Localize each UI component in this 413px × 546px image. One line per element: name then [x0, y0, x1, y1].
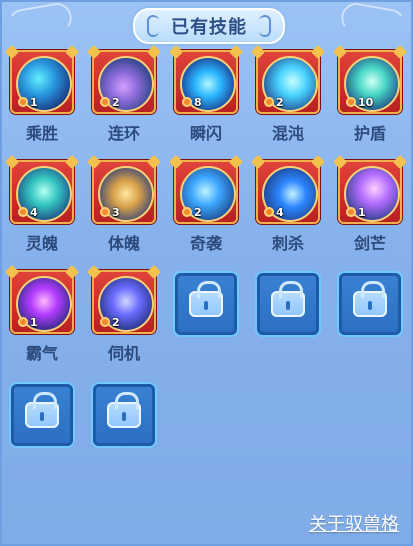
- skill-slot-6[interactable]: 4 灵魄: [10, 160, 74, 254]
- skill-level-badge: 4: [264, 205, 284, 219]
- skill-level-badge: 3: [100, 205, 120, 219]
- locked-slot[interactable]: [257, 273, 319, 335]
- paw-icon: [100, 317, 110, 327]
- skill-level-badge: 1: [18, 315, 38, 329]
- paw-icon: [182, 97, 192, 107]
- skill-level-badge: 2: [100, 315, 120, 329]
- skill-level: 2: [276, 95, 284, 109]
- skill-level-badge: 10: [346, 95, 373, 109]
- skill-slot-7[interactable]: 3 体魄: [92, 160, 156, 254]
- paw-icon: [100, 97, 110, 107]
- skill-name: 灵魄: [25, 234, 58, 253]
- paw-icon: [182, 207, 192, 217]
- skill-frame[interactable]: 4: [256, 160, 320, 224]
- locked-slot[interactable]: [175, 273, 237, 335]
- locked-slot[interactable]: [93, 384, 155, 446]
- paw-icon: [264, 207, 274, 217]
- skill-name: 混沌: [271, 124, 304, 143]
- skill-level-badge: 8: [182, 95, 202, 109]
- skill-name: 连环: [107, 124, 140, 143]
- skill-slot-8[interactable]: 2 奇袭: [174, 160, 238, 254]
- skill-name: 剑芒: [353, 234, 386, 253]
- skill-slot-4[interactable]: 2 混沌: [256, 50, 320, 144]
- lock-icon: [353, 281, 387, 317]
- skill-frame[interactable]: 1: [10, 270, 74, 334]
- skill-level: 3: [112, 205, 120, 219]
- paw-icon: [264, 97, 274, 107]
- skill-name: 瞬闪: [189, 124, 222, 143]
- skill-slot-5[interactable]: 10 护盾: [338, 50, 402, 144]
- skill-name: 伺机: [107, 344, 140, 363]
- skill-level: 4: [276, 205, 284, 219]
- skill-level: 8: [194, 95, 202, 109]
- skill-frame[interactable]: 8: [174, 50, 238, 114]
- skill-slot-11[interactable]: 1 霸气: [10, 270, 74, 364]
- skill-frame[interactable]: 2: [174, 160, 238, 224]
- skill-slot-2[interactable]: 2 连环: [92, 50, 156, 144]
- skill-level-badge: 2: [100, 95, 120, 109]
- paw-icon: [18, 317, 28, 327]
- paw-icon: [100, 207, 110, 217]
- skill-name: 护盾: [353, 124, 386, 143]
- title-banner: 已有技能: [133, 8, 285, 44]
- decorative-swirl-right: [338, 0, 408, 42]
- decorative-swirl-left: [5, 0, 75, 42]
- skill-name: 体魄: [107, 234, 140, 253]
- paw-icon: [346, 97, 356, 107]
- paw-icon: [18, 97, 28, 107]
- skill-frame[interactable]: 1: [10, 50, 74, 114]
- skill-level: 2: [112, 315, 120, 329]
- skill-level-badge: 4: [18, 205, 38, 219]
- skill-frame[interactable]: 10: [338, 50, 402, 114]
- skill-slot-10[interactable]: 1 剑芒: [338, 160, 402, 254]
- paw-icon: [346, 207, 356, 217]
- skill-frame[interactable]: 1: [338, 160, 402, 224]
- skill-level-badge: 2: [264, 95, 284, 109]
- skill-frame[interactable]: 3: [92, 160, 156, 224]
- page-title: 已有技能: [171, 17, 247, 38]
- skill-slot-1[interactable]: 1 乘胜: [10, 50, 74, 144]
- skill-level: 2: [112, 95, 120, 109]
- skill-name: 霸气: [25, 344, 58, 363]
- lock-icon: [271, 281, 305, 317]
- skill-frame[interactable]: 2: [92, 50, 156, 114]
- locked-slot[interactable]: [11, 384, 73, 446]
- skill-level: 1: [358, 205, 366, 219]
- skill-level: 1: [30, 95, 38, 109]
- skill-panel: 已有技能 1 乘胜 2 连环 8 瞬闪 2 混沌 10 护盾 4 灵魄 3 体魄…: [0, 0, 413, 546]
- bracket-right-icon: [259, 15, 271, 37]
- lock-icon: [189, 281, 223, 317]
- skill-level: 1: [30, 315, 38, 329]
- skill-frame[interactable]: 2: [256, 50, 320, 114]
- paw-icon: [18, 207, 28, 217]
- skill-frame[interactable]: 4: [10, 160, 74, 224]
- skill-slot-3[interactable]: 8 瞬闪: [174, 50, 238, 144]
- skill-name: 奇袭: [189, 234, 222, 253]
- skill-frame[interactable]: 2: [92, 270, 156, 334]
- skill-slot-12[interactable]: 2 伺机: [92, 270, 156, 364]
- skill-level: 4: [30, 205, 38, 219]
- skill-level-badge: 1: [346, 205, 366, 219]
- locked-slot[interactable]: [339, 273, 401, 335]
- skill-level: 10: [358, 95, 374, 109]
- about-beast-grid-link[interactable]: 关于驭兽格: [309, 510, 399, 536]
- skill-slot-9[interactable]: 4 刺杀: [256, 160, 320, 254]
- lock-icon: [25, 392, 59, 428]
- lock-icon: [107, 392, 141, 428]
- skill-name: 乘胜: [25, 124, 58, 143]
- skill-name: 刺杀: [271, 234, 304, 253]
- skill-level-badge: 1: [18, 95, 38, 109]
- bracket-left-icon: [147, 15, 159, 37]
- skill-level-badge: 2: [182, 205, 202, 219]
- skill-level: 2: [194, 205, 202, 219]
